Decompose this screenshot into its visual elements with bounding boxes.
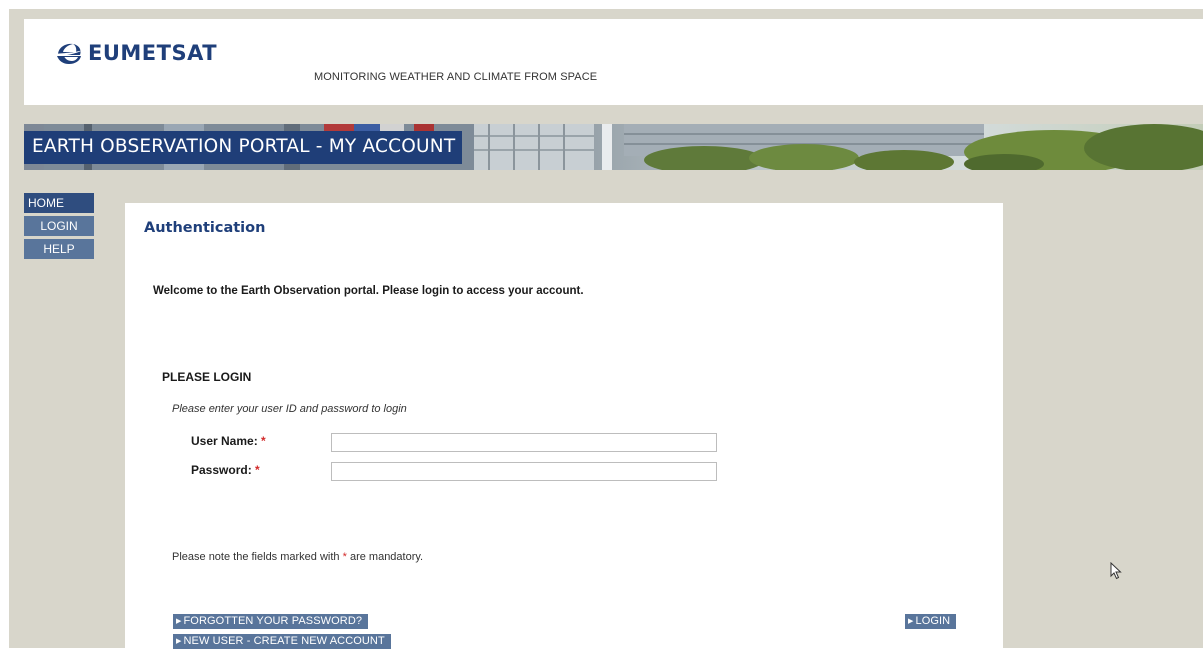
- page-background: EUMETSAT MONITORING WEATHER AND CLIMATE …: [9, 9, 1203, 649]
- page-title: Authentication: [144, 220, 266, 236]
- password-input[interactable]: [331, 462, 717, 481]
- nav-item-help[interactable]: HELP: [24, 239, 94, 259]
- note-suffix: are mandatory.: [349, 551, 424, 563]
- username-input[interactable]: [331, 433, 717, 452]
- new-user-label: NEW USER - CREATE NEW ACCOUNT: [183, 635, 385, 647]
- nav-item-home[interactable]: HOME: [24, 193, 94, 213]
- content-panel: Authentication Welcome to the Earth Obse…: [125, 203, 1003, 649]
- eumetsat-logo[interactable]: EUMETSAT: [54, 41, 217, 65]
- triangle-right-icon: ▶: [908, 618, 914, 625]
- login-button[interactable]: ▶ LOGIN: [905, 614, 957, 629]
- tagline: MONITORING WEATHER AND CLIMATE FROM SPAC…: [314, 71, 598, 83]
- triangle-right-icon: ▶: [176, 618, 182, 625]
- required-marker: *: [261, 434, 266, 448]
- forgot-password-label: FORGOTTEN YOUR PASSWORD?: [183, 615, 363, 627]
- nav-item-login[interactable]: LOGIN: [24, 216, 94, 236]
- banner-image: EARTH OBSERVATION PORTAL - MY ACCOUNT: [24, 124, 1203, 170]
- new-user-button[interactable]: ▶ NEW USER - CREATE NEW ACCOUNT: [173, 634, 391, 649]
- required-marker: *: [255, 463, 260, 477]
- note-prefix: Please note the fields marked with: [172, 551, 340, 563]
- welcome-message: Welcome to the Earth Observation portal.…: [153, 285, 584, 297]
- username-label-text: User Name:: [191, 434, 258, 448]
- login-button-label: LOGIN: [915, 615, 951, 627]
- left-nav: HOME LOGIN HELP: [24, 193, 94, 262]
- login-heading: PLEASE LOGIN: [162, 370, 252, 384]
- mouse-pointer-icon: [1110, 562, 1122, 580]
- password-label-text: Password:: [191, 463, 252, 477]
- eumetsat-globe-icon: [56, 43, 83, 64]
- mandatory-note: Please note the fields marked with * are…: [172, 551, 423, 563]
- login-hint: Please enter your user ID and password t…: [172, 403, 407, 415]
- note-required-marker: *: [342, 551, 347, 563]
- triangle-right-icon: ▶: [176, 638, 182, 645]
- password-label: Password: *: [191, 463, 260, 477]
- banner-title-box: EARTH OBSERVATION PORTAL - MY ACCOUNT: [24, 131, 462, 164]
- username-label: User Name: *: [191, 434, 266, 448]
- brand-name: EUMETSAT: [88, 41, 218, 65]
- forgot-password-button[interactable]: ▶ FORGOTTEN YOUR PASSWORD?: [173, 614, 369, 629]
- banner-title: EARTH OBSERVATION PORTAL - MY ACCOUNT: [32, 136, 456, 157]
- site-header: EUMETSAT MONITORING WEATHER AND CLIMATE …: [24, 19, 1203, 105]
